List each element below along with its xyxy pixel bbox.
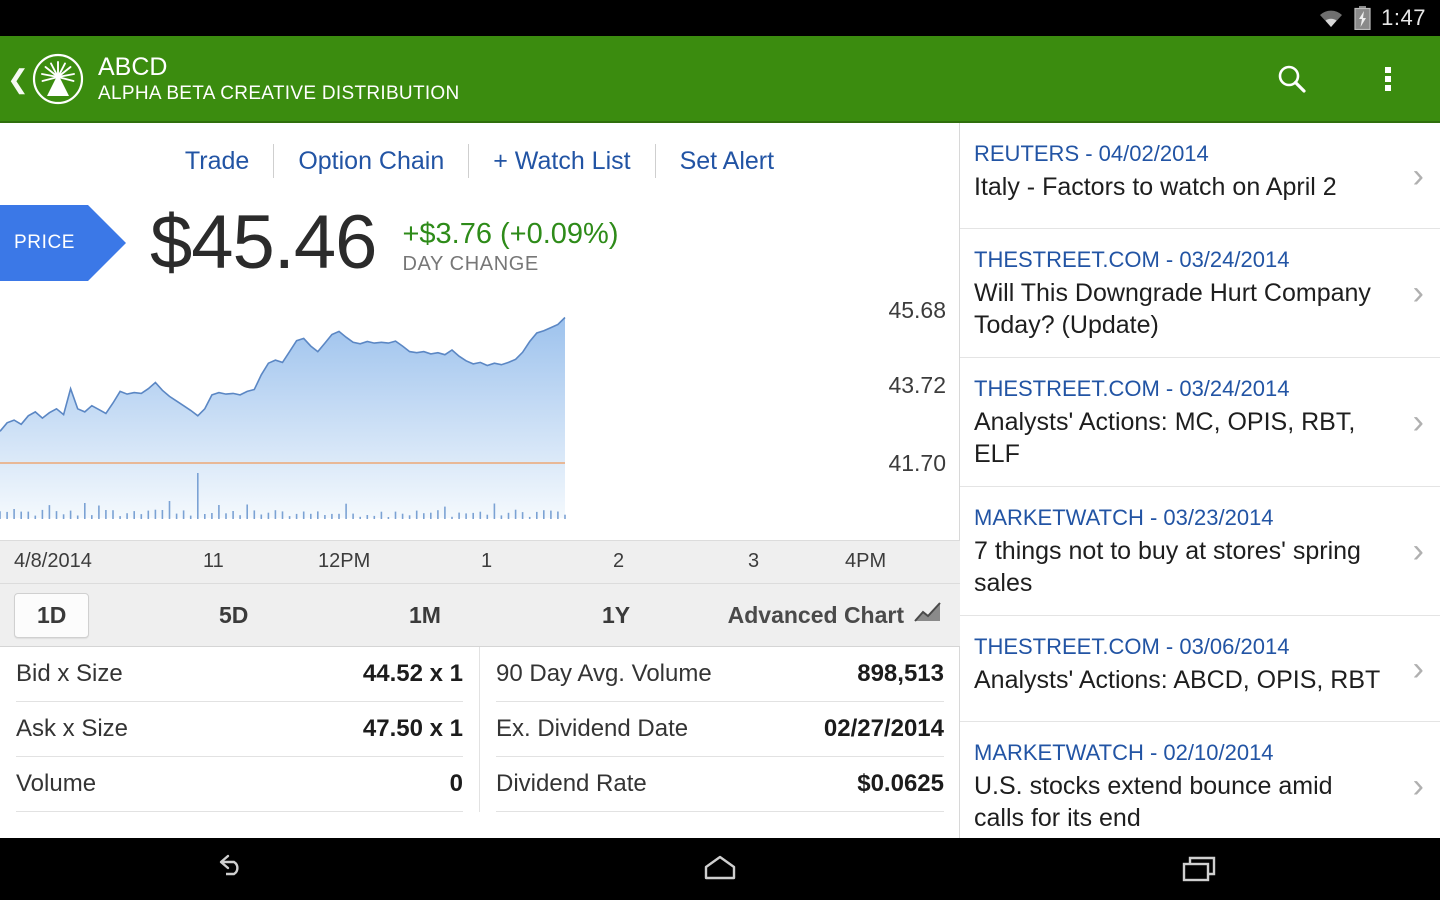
news-source: THESTREET.COM - 03/06/2014: [974, 632, 1388, 662]
chevron-right-icon: ›: [1413, 534, 1424, 568]
price-tag-label: PRICE: [14, 232, 75, 254]
status-time: 1:47: [1381, 5, 1426, 31]
news-headline: U.S. stocks extend bounce amid calls for…: [974, 770, 1388, 834]
range-button-1y[interactable]: 1Y: [602, 602, 630, 629]
quick-link-watch-list[interactable]: + Watch List: [469, 147, 654, 176]
company-name: ALPHA BETA CREATIVE DISTRIBUTION: [98, 82, 460, 106]
stat-value: 02/27/2014: [824, 715, 944, 743]
list-item[interactable]: THESTREET.COM - 03/24/2014 Will This Dow…: [960, 229, 1440, 358]
table-row: Ex. Dividend Date 02/27/2014: [496, 702, 944, 757]
range-button-1m[interactable]: 1M: [409, 602, 441, 629]
action-bar: ❮ ABCD ALPHA BETA CREATIVE DISTRIBUTION: [0, 36, 1440, 123]
stat-label: Ex. Dividend Date: [496, 715, 688, 743]
stat-value: 44.52 x 1: [363, 660, 463, 688]
last-price: $45.46: [150, 203, 376, 283]
day-change-block: +$3.76 (+0.09%) DAY CHANGE: [402, 217, 618, 276]
stat-value: $0.0625: [857, 770, 944, 798]
android-nav-bar: [0, 838, 1440, 900]
overflow-menu-icon[interactable]: [1360, 51, 1416, 107]
table-row: Bid x Size 44.52 x 1: [16, 647, 463, 702]
range-button-1d[interactable]: 1D: [14, 593, 89, 638]
stat-value: 47.50 x 1: [363, 715, 463, 743]
stat-label: Bid x Size: [16, 660, 123, 688]
news-headline: Analysts' Actions: MC, OPIS, RBT, ELF: [974, 406, 1388, 470]
price-tag: PRICE: [0, 205, 88, 281]
list-item[interactable]: MARKETWATCH - 03/23/2014 7 things not to…: [960, 487, 1440, 616]
nav-home-icon[interactable]: [650, 838, 790, 900]
ticker-symbol: ABCD: [98, 52, 460, 82]
price-chart[interactable]: 45.68 43.72 41.70: [0, 293, 960, 540]
nav-back-icon[interactable]: [170, 838, 310, 900]
news-source: THESTREET.COM - 03/24/2014: [974, 374, 1388, 404]
news-headline: 7 things not to buy at stores' spring sa…: [974, 535, 1388, 599]
range-selector: 1D 5D 1M 1Y Advanced Chart: [0, 584, 960, 647]
y-tick-0: 45.68: [888, 297, 946, 324]
range-button-5d[interactable]: 5D: [219, 602, 248, 629]
chevron-right-icon: ›: [1413, 159, 1424, 193]
day-change-label: DAY CHANGE: [402, 253, 618, 276]
stat-label: Volume: [16, 770, 96, 798]
x-tick-0: 4/8/2014: [14, 550, 92, 573]
news-list[interactable]: REUTERS - 04/02/2014 Italy - Factors to …: [960, 123, 1440, 838]
nav-recents-icon[interactable]: [1130, 838, 1270, 900]
price-summary: PRICE $45.46 +$3.76 (+0.09%) DAY CHANGE: [0, 193, 959, 293]
list-item[interactable]: THESTREET.COM - 03/24/2014 Analysts' Act…: [960, 358, 1440, 487]
x-tick-2: 12PM: [318, 550, 370, 573]
search-icon[interactable]: [1264, 51, 1320, 107]
x-tick-4: 2: [613, 550, 624, 573]
quick-links-bar: Trade Option Chain + Watch List Set Aler…: [0, 123, 959, 193]
news-source: MARKETWATCH - 03/23/2014: [974, 503, 1388, 533]
y-tick-2: 41.70: [888, 450, 946, 477]
list-item[interactable]: MARKETWATCH - 02/10/2014 U.S. stocks ext…: [960, 722, 1440, 838]
y-tick-1: 43.72: [888, 372, 946, 399]
line-chart-icon: [904, 601, 942, 629]
quote-stats-left-column: Bid x Size 44.52 x 1 Ask x Size 47.50 x …: [0, 647, 480, 812]
y-axis-labels: 45.68 43.72 41.70: [816, 293, 946, 540]
quick-link-option-chain[interactable]: Option Chain: [274, 147, 468, 176]
x-tick-6: 4PM: [845, 550, 886, 573]
advanced-chart-label: Advanced Chart: [728, 602, 904, 629]
news-source: MARKETWATCH - 02/10/2014: [974, 738, 1388, 768]
chevron-right-icon: ›: [1413, 276, 1424, 310]
screen-root: 1:47 ❮ ABCD ALPHA BETA CREATIVE DISTRIBU…: [0, 0, 1440, 900]
news-source: REUTERS - 04/02/2014: [974, 139, 1388, 169]
quote-stats-right-column: 90 Day Avg. Volume 898,513 Ex. Dividend …: [480, 647, 960, 812]
list-item[interactable]: REUTERS - 04/02/2014 Italy - Factors to …: [960, 123, 1440, 229]
news-headline: Analysts' Actions: ABCD, OPIS, RBT: [974, 664, 1388, 696]
stat-value: 898,513: [857, 660, 944, 688]
x-tick-1: 11: [203, 550, 224, 573]
news-headline: Will This Downgrade Hurt Company Today? …: [974, 277, 1388, 341]
stat-label: 90 Day Avg. Volume: [496, 660, 712, 688]
x-axis-labels: 4/8/2014 11 12PM 1 2 3 4PM: [0, 540, 960, 584]
stat-label: Dividend Rate: [496, 770, 647, 798]
quick-link-set-alert[interactable]: Set Alert: [656, 147, 799, 176]
chevron-right-icon: ›: [1413, 405, 1424, 439]
quick-link-trade[interactable]: Trade: [161, 147, 273, 176]
news-source: THESTREET.COM - 03/24/2014: [974, 245, 1388, 275]
quote-detail-pane: Trade Option Chain + Watch List Set Aler…: [0, 123, 960, 838]
table-row: 90 Day Avg. Volume 898,513: [496, 647, 944, 702]
brand-title-block: ABCD ALPHA BETA CREATIVE DISTRIBUTION: [98, 52, 460, 106]
back-chevron-icon[interactable]: ❮: [6, 66, 30, 92]
x-tick-3: 1: [481, 550, 492, 573]
chevron-right-icon: ›: [1413, 652, 1424, 686]
battery-charging-icon: [1354, 6, 1371, 30]
list-item[interactable]: THESTREET.COM - 03/06/2014 Analysts' Act…: [960, 616, 1440, 722]
day-change-value: +$3.76 (+0.09%): [402, 217, 618, 251]
content-area: Trade Option Chain + Watch List Set Aler…: [0, 123, 1440, 838]
brand-pyramid-logo-icon: [32, 53, 84, 105]
x-tick-5: 3: [748, 550, 759, 573]
table-row: Dividend Rate $0.0625: [496, 757, 944, 812]
quote-stats-table: Bid x Size 44.52 x 1 Ask x Size 47.50 x …: [0, 647, 960, 812]
stat-label: Ask x Size: [16, 715, 128, 743]
chevron-right-icon: ›: [1413, 769, 1424, 803]
advanced-chart-button[interactable]: Advanced Chart: [728, 601, 942, 629]
news-headline: Italy - Factors to watch on April 2: [974, 171, 1388, 203]
wifi-icon: [1318, 8, 1344, 28]
stat-value: 0: [450, 770, 463, 798]
status-bar: 1:47: [0, 0, 1440, 36]
table-row: Volume 0: [16, 757, 463, 812]
table-row: Ask x Size 47.50 x 1: [16, 702, 463, 757]
